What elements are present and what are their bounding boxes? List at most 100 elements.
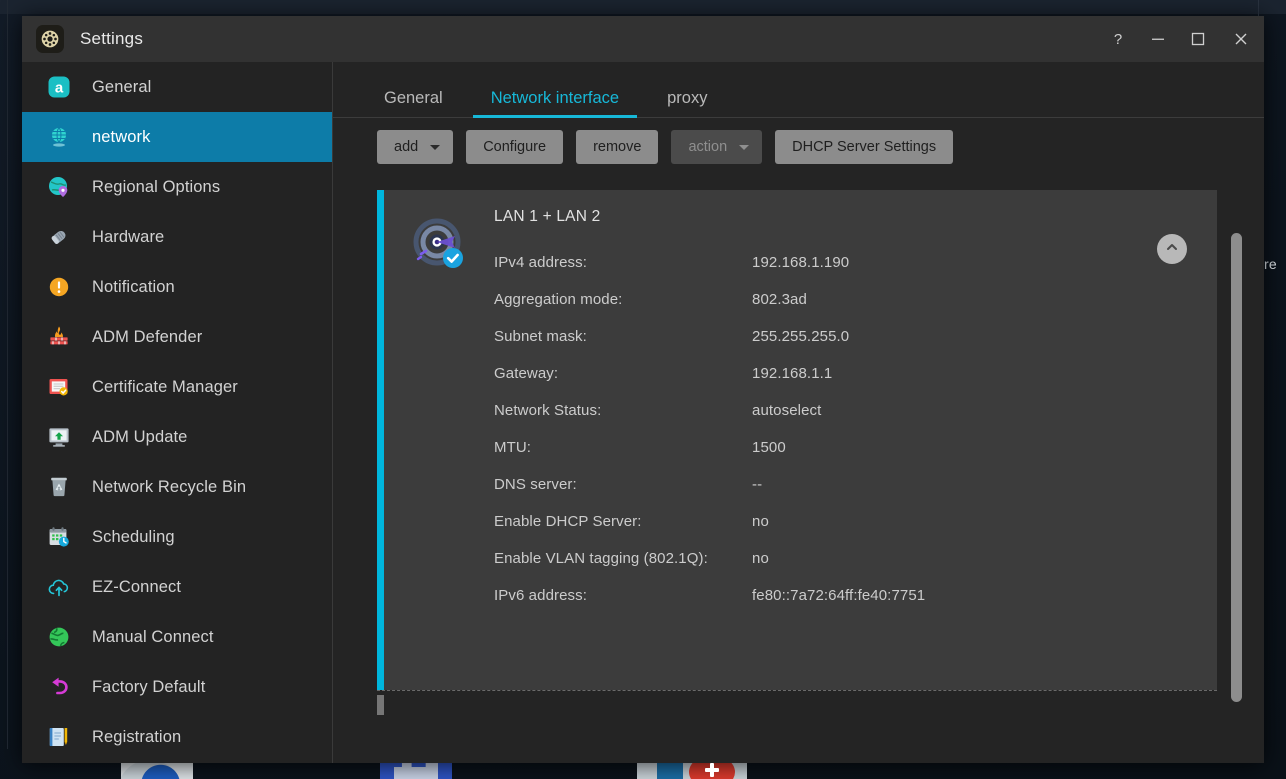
svg-text:a: a — [55, 80, 64, 97]
window-title: Settings — [80, 29, 144, 48]
settings-sidebar[interactable]: a General network Regional Options Hardw… — [22, 62, 333, 763]
remove-button[interactable]: remove — [576, 130, 659, 164]
adm-general-icon: a — [46, 74, 72, 100]
content-scrollbar-thumb[interactable] — [1231, 233, 1242, 702]
sidebar-item-label: Scheduling — [92, 527, 175, 546]
tab-bar[interactable]: General Network interface proxy — [333, 62, 1264, 118]
window-titlebar[interactable]: Settings ? — [22, 16, 1264, 62]
field-value: 1500 — [752, 439, 786, 456]
field-label: Aggregation mode: — [494, 291, 623, 308]
gear-icon — [36, 25, 64, 53]
sidebar-item-adm-defender[interactable]: ADM Defender — [22, 312, 332, 362]
chevron-down-icon — [430, 144, 441, 150]
background-partial-text: re — [1264, 256, 1277, 272]
close-button[interactable] — [1218, 16, 1264, 62]
chevron-up-icon — [1164, 239, 1180, 260]
background-window-edge-left — [7, 0, 8, 749]
dhcp-server-settings-button[interactable]: DHCP Server Settings — [775, 130, 954, 164]
network-bond-connected-icon — [410, 216, 468, 690]
globe-pin-icon — [46, 174, 72, 200]
registration-note-icon — [46, 724, 72, 750]
sidebar-item-network[interactable]: network — [22, 112, 332, 162]
tab-proxy[interactable]: proxy — [643, 89, 731, 118]
sidebar-item-factory-default[interactable]: Factory Default — [22, 662, 332, 712]
field-value: 802.3ad — [752, 291, 807, 308]
field-value: no — [752, 513, 769, 530]
interface-card[interactable]: LAN 1 + LAN 2 IPv4 address: 192.168.1.19… — [377, 190, 1217, 690]
remove-button-label: remove — [593, 139, 642, 155]
maximize-button[interactable] — [1178, 16, 1218, 62]
background-top-strip — [0, 0, 1286, 14]
sidebar-item-network-recycle-bin[interactable]: Network Recycle Bin — [22, 462, 332, 512]
cloud-upload-icon — [46, 574, 72, 600]
field-label: Enable DHCP Server: — [494, 513, 642, 530]
field-row: Enable DHCP Server: no — [494, 503, 1217, 540]
field-value: autoselect — [752, 402, 822, 419]
interface-toolbar[interactable]: add Configure remove action DHCP Server … — [333, 118, 1264, 176]
field-value: 255.255.255.0 — [752, 328, 850, 345]
content-scrollbar[interactable] — [1231, 233, 1242, 749]
sidebar-item-general[interactable]: a General — [22, 62, 332, 112]
field-label: Network Status: — [494, 402, 602, 419]
sidebar-item-label: EZ-Connect — [92, 577, 182, 596]
sidebar-item-registration[interactable]: Registration — [22, 712, 332, 762]
field-label: MTU: — [494, 439, 532, 456]
field-row: Gateway: 192.168.1.1 — [494, 355, 1217, 392]
globe-green-icon — [46, 624, 72, 650]
interface-icon-wrap — [384, 190, 494, 690]
sidebar-item-label: Registration — [92, 727, 182, 746]
field-value: fe80::7a72:64ff:fe40:7751 — [752, 587, 926, 604]
collapse-button[interactable] — [1157, 234, 1187, 264]
field-row: MTU: 1500 — [494, 429, 1217, 466]
interface-list-region: LAN 1 + LAN 2 IPv4 address: 192.168.1.19… — [333, 176, 1264, 763]
notification-alert-icon — [46, 274, 72, 300]
field-row: DNS server: -- — [494, 466, 1217, 503]
configure-button-label: Configure — [483, 139, 547, 155]
sidebar-item-label: Manual Connect — [92, 627, 214, 646]
configure-button[interactable]: Configure — [466, 130, 564, 164]
field-row: Enable VLAN tagging (802.1Q): no — [494, 540, 1217, 577]
add-button[interactable]: add — [377, 130, 454, 164]
action-button-label: action — [688, 139, 728, 155]
field-row: IPv4 address: 192.168.1.190 — [494, 244, 1217, 281]
field-value: no — [752, 550, 769, 567]
sidebar-item-manual-connect[interactable]: Manual Connect — [22, 612, 332, 662]
interface-title: LAN 1 + LAN 2 — [494, 208, 601, 225]
minimize-button[interactable] — [1138, 16, 1178, 62]
field-value: 192.168.1.1 — [752, 365, 833, 382]
sidebar-item-label: network — [92, 127, 151, 146]
field-label: DNS server: — [494, 476, 577, 493]
tab-general[interactable]: General — [360, 89, 467, 118]
calendar-clock-icon — [46, 524, 72, 550]
update-monitor-icon — [46, 424, 72, 450]
sidebar-item-hardware[interactable]: Hardware — [22, 212, 332, 262]
tab-network-interface[interactable]: Network interface — [467, 89, 643, 118]
field-row: Network Status: autoselect — [494, 392, 1217, 429]
field-row: Aggregation mode: 802.3ad — [494, 281, 1217, 318]
field-value: -- — [752, 476, 763, 493]
action-button: action — [671, 130, 763, 164]
sidebar-item-certificate-manager[interactable]: Certificate Manager — [22, 362, 332, 412]
field-label: IPv6 address: — [494, 587, 588, 604]
window-body: a General network Regional Options Hardw… — [22, 62, 1264, 763]
firewall-icon — [46, 324, 72, 350]
field-label: IPv4 address: — [494, 254, 588, 271]
sidebar-item-ez-connect[interactable]: EZ-Connect — [22, 562, 332, 612]
field-label: Gateway: — [494, 365, 559, 382]
sidebar-item-label: Notification — [92, 277, 175, 296]
globe-network-icon — [46, 124, 72, 150]
settings-window: Settings ? a General network Regional Op… — [22, 16, 1264, 763]
sidebar-item-scheduling[interactable]: Scheduling — [22, 512, 332, 562]
chevron-down-icon — [739, 144, 750, 150]
dhcp-server-settings-button-label: DHCP Server Settings — [792, 139, 937, 155]
undo-arrow-icon — [46, 674, 72, 700]
help-button[interactable]: ? — [1098, 16, 1138, 62]
field-row: IPv6 address: fe80::7a72:64ff:fe40:7751 — [494, 577, 1217, 614]
sidebar-item-regional-options[interactable]: Regional Options — [22, 162, 332, 212]
sidebar-item-notification[interactable]: Notification — [22, 262, 332, 312]
sidebar-item-adm-update[interactable]: ADM Update — [22, 412, 332, 462]
list-separator — [377, 690, 1217, 691]
sidebar-item-label: Factory Default — [92, 677, 206, 696]
sidebar-item-label: Hardware — [92, 227, 165, 246]
field-label: Subnet mask: — [494, 328, 587, 345]
